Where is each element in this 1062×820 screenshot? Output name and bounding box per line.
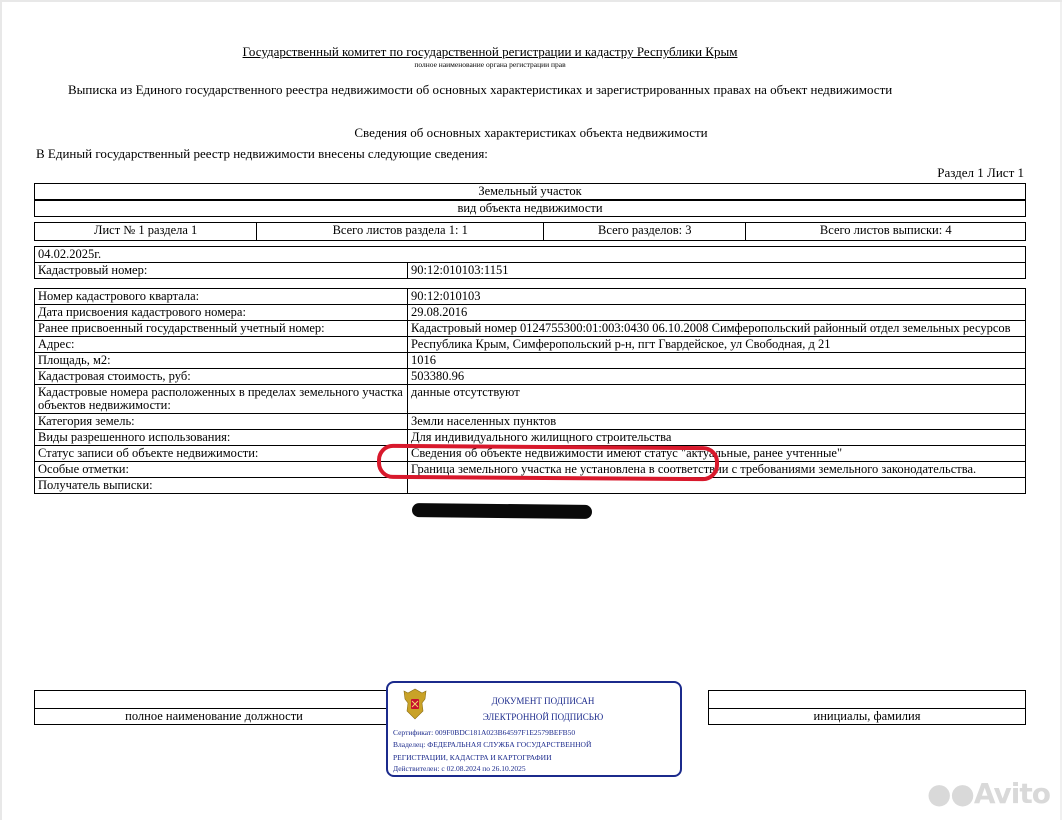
- cadastral-number-value: 90:12:010103:1151: [407, 262, 1026, 279]
- row-value: 90:12:010103: [407, 288, 1026, 305]
- table-row: Дата присвоения кадастрового номера: 29.…: [34, 304, 1026, 321]
- cadastral-number-label: Кадастровый номер:: [34, 262, 408, 279]
- sheet-number: Лист № 1 раздела 1: [33, 222, 258, 241]
- row-value: Кадастровый номер 0124755300:01:003:0430…: [407, 320, 1026, 337]
- electronic-signature-stamp: ДОКУМЕНТ ПОДПИСАН ЭЛЕКТРОННОЙ ПОДПИСЬЮ С…: [386, 681, 682, 777]
- avito-watermark: ●●Avito: [926, 777, 1051, 810]
- sheet-reference: Раздел 1 Лист 1: [937, 165, 1024, 180]
- initials-caption: инициалы, фамилия: [708, 708, 1026, 725]
- row-label: Кадастровые номера расположенных в преде…: [34, 384, 408, 414]
- object-type-caption: вид объекта недвижимости: [34, 200, 1026, 217]
- table-row: Категория земель: Земли населенных пункт…: [34, 413, 1026, 430]
- row-label: Статус записи об объекте недвижимости:: [34, 445, 408, 462]
- section-title: Сведения об основных характеристиках объ…: [354, 125, 708, 140]
- table-row: Номер кадастрового квартала: 90:12:01010…: [34, 288, 1026, 305]
- row-value: 29.08.2016: [407, 304, 1026, 321]
- stamp-owner-line1: Владелец: ФЕДЕРАЛЬНАЯ СЛУЖБА ГОСУДАРСТВЕ…: [393, 740, 592, 749]
- row-value: Земли населенных пунктов: [407, 413, 1026, 430]
- row-value: 503380.96: [407, 368, 1026, 385]
- coat-of-arms-icon: [403, 688, 427, 720]
- table-row: Получатель выписки:: [34, 477, 1026, 494]
- intro-text: В Единый государственный реестр недвижим…: [36, 146, 488, 161]
- row-label: Особые отметки:: [34, 461, 408, 478]
- position-caption: полное наименование должности: [34, 708, 394, 725]
- table-row: Ранее присвоенный государственный учетны…: [34, 320, 1026, 337]
- agency-name: Государственный комитет по государственн…: [242, 44, 738, 59]
- watermark-dots-icon: ●●: [926, 777, 975, 810]
- row-label: Кадастровая стоимость, руб:: [34, 368, 408, 385]
- agency-caption: полное наименование органа регистрации п…: [414, 60, 566, 69]
- row-value: 1016: [407, 352, 1026, 369]
- table-row: Особые отметки: Граница земельного участ…: [34, 461, 1026, 478]
- row-value: [407, 477, 1026, 494]
- total-sheets-count: Всего листов выписки: 4: [745, 222, 1026, 241]
- row-label: Виды разрешенного использования:: [34, 429, 408, 446]
- row-label: Номер кадастрового квартала:: [34, 288, 408, 305]
- row-value: Сведения об объекте недвижимости имеют с…: [407, 445, 1026, 462]
- row-label: Адрес:: [34, 336, 408, 353]
- sheets-table: Лист № 1 раздела 1 Всего листов раздела …: [33, 222, 1026, 241]
- row-label: Площадь, м2:: [34, 352, 408, 369]
- row-label: Категория земель:: [34, 413, 408, 430]
- table-row: Кадастровые номера расположенных в преде…: [34, 384, 1026, 414]
- row-value: данные отсутствуют: [407, 384, 1026, 414]
- stamp-title-line1: ДОКУМЕНТ ПОДПИСАН: [491, 696, 595, 706]
- table-row: Кадастровая стоимость, руб: 503380.96: [34, 368, 1026, 385]
- extract-date: 04.02.2025г.: [34, 246, 1026, 263]
- row-value: Граница земельного участка не установлен…: [407, 461, 1026, 478]
- table-row: Статус записи об объекте недвижимости: С…: [34, 445, 1026, 462]
- sections-count: Всего разделов: 3: [543, 222, 747, 241]
- stamp-owner-line2: РЕГИСТРАЦИИ, КАДАСТРА И КАРТОГРАФИИ: [393, 753, 552, 762]
- row-label: Дата присвоения кадастрового номера:: [34, 304, 408, 321]
- stamp-title-line2: ЭЛЕКТРОННОЙ ПОДПИСЬЮ: [482, 712, 604, 722]
- table-row: Адрес: Республика Крым, Симферопольский …: [34, 336, 1026, 353]
- table-row: Виды разрешенного использования: Для инд…: [34, 429, 1026, 446]
- redaction-mark: [411, 503, 593, 519]
- table-row: Площадь, м2: 1016: [34, 352, 1026, 369]
- object-type: Земельный участок: [34, 183, 1026, 200]
- stamp-certificate: Сертификат: 009F0BDC181A023B64597F1E2579…: [393, 728, 576, 737]
- section-sheets-count: Всего листов раздела 1: 1: [256, 222, 545, 241]
- row-label: Ранее присвоенный государственный учетны…: [34, 320, 408, 337]
- row-value: Республика Крым, Симферопольский р-н, пг…: [407, 336, 1026, 353]
- stamp-validity: Действителен: с 02.08.2024 по 26.10.2025: [393, 764, 526, 773]
- row-label: Получатель выписки:: [34, 477, 408, 494]
- document-title: Выписка из Единого государственного реес…: [68, 82, 893, 97]
- row-value: Для индивидуального жилищного строительс…: [407, 429, 1026, 446]
- date-table: 04.02.2025г. Кадастровый номер: 90:12:01…: [34, 246, 1026, 279]
- characteristics-table: Номер кадастрового квартала: 90:12:01010…: [34, 288, 1026, 494]
